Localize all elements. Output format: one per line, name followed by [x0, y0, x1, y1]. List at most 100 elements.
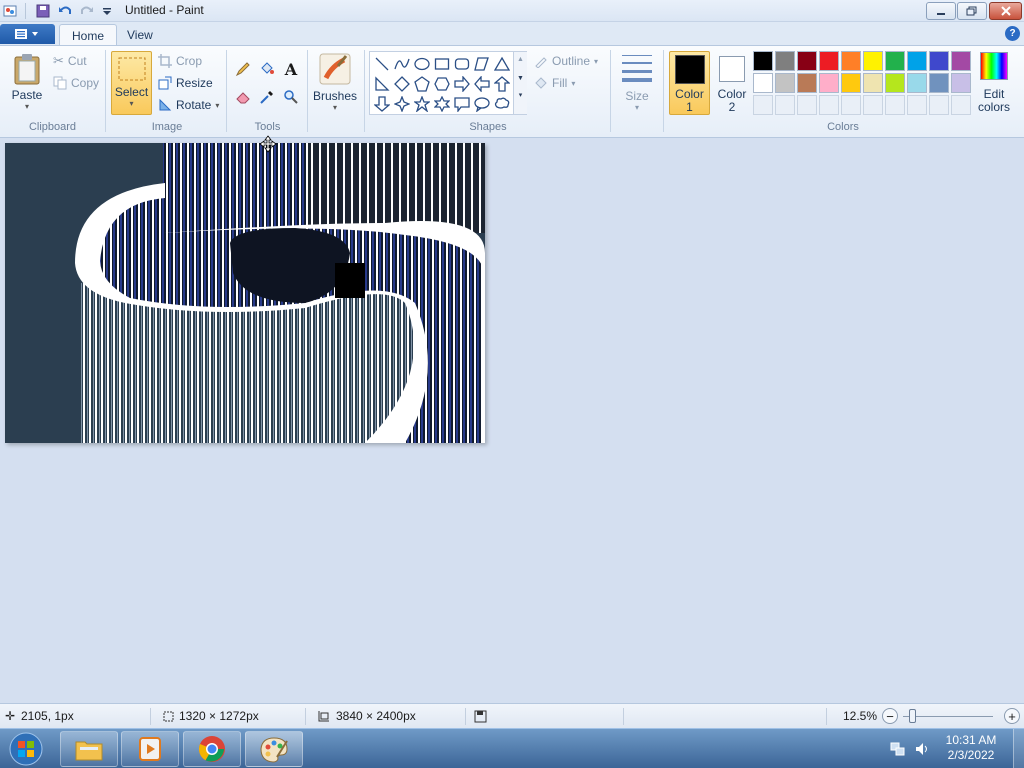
magnifier-icon[interactable] — [281, 87, 301, 107]
zoom-slider-thumb[interactable] — [909, 709, 916, 723]
palette-custom-slot[interactable] — [907, 95, 927, 115]
explorer-taskbar-button[interactable] — [60, 731, 118, 767]
palette-custom-slot[interactable] — [841, 95, 861, 115]
down-arrow-shape-icon[interactable] — [372, 94, 391, 113]
palette-custom-slot[interactable] — [863, 95, 883, 115]
volume-icon[interactable] — [914, 741, 930, 760]
fill-button[interactable]: Fill ▾ — [534, 73, 575, 93]
close-button[interactable] — [989, 2, 1022, 20]
brushes-button[interactable]: Brushes ▾ — [312, 52, 358, 112]
palette-swatch[interactable] — [841, 73, 861, 93]
undo-icon[interactable] — [57, 3, 73, 19]
palette-swatch[interactable] — [819, 73, 839, 93]
palette-swatch[interactable] — [885, 73, 905, 93]
palette-swatch[interactable] — [907, 73, 927, 93]
palette-swatch[interactable] — [863, 51, 883, 71]
color-picker-icon[interactable] — [257, 87, 277, 107]
help-icon[interactable]: ? — [1005, 26, 1020, 41]
redo-icon[interactable] — [79, 3, 95, 19]
polygon-shape-icon[interactable] — [472, 54, 491, 73]
paint-app-icon[interactable] — [2, 3, 18, 19]
palette-swatch[interactable] — [841, 51, 861, 71]
eraser-icon[interactable] — [233, 87, 253, 107]
palette-swatch[interactable] — [907, 51, 927, 71]
chrome-taskbar-button[interactable] — [183, 731, 241, 767]
palette-swatch[interactable] — [775, 73, 795, 93]
left-arrow-shape-icon[interactable] — [472, 74, 491, 93]
restore-button[interactable] — [957, 2, 987, 20]
zoom-slider-track[interactable] — [903, 716, 993, 717]
color1-button[interactable]: Color 1 — [669, 51, 710, 115]
rectangle-shape-icon[interactable] — [432, 54, 451, 73]
rectangle-callout-shape-icon[interactable] — [452, 94, 471, 113]
expand-gallery-icon[interactable]: ▾ — [514, 91, 527, 99]
show-desktop-button[interactable] — [1013, 729, 1024, 768]
palette-swatch[interactable] — [929, 73, 949, 93]
paint-taskbar-button[interactable] — [245, 731, 303, 767]
diamond-shape-icon[interactable] — [392, 74, 411, 93]
palette-custom-slot[interactable] — [885, 95, 905, 115]
palette-swatch[interactable] — [929, 51, 949, 71]
palette-swatch[interactable] — [753, 73, 773, 93]
palette-custom-slot[interactable] — [753, 95, 773, 115]
scroll-up-icon[interactable]: ▲ — [514, 56, 527, 63]
save-icon[interactable] — [35, 3, 51, 19]
palette-custom-slot[interactable] — [775, 95, 795, 115]
line-shape-icon[interactable] — [372, 54, 391, 73]
cloud-callout-shape-icon[interactable] — [492, 94, 511, 113]
zoom-in-button[interactable]: + — [1004, 708, 1020, 724]
palette-swatch[interactable] — [819, 51, 839, 71]
start-button[interactable] — [4, 730, 48, 768]
five-point-star-shape-icon[interactable] — [412, 94, 431, 113]
tab-view[interactable]: View — [115, 24, 165, 46]
curve-shape-icon[interactable] — [392, 54, 411, 73]
outline-button[interactable]: Outline ▾ — [534, 51, 598, 71]
text-tool-icon[interactable]: A — [281, 59, 301, 79]
file-menu-button[interactable] — [0, 24, 55, 44]
color2-button[interactable]: Color 2 — [714, 51, 750, 114]
four-point-star-shape-icon[interactable] — [392, 94, 411, 113]
fill-bucket-icon[interactable] — [257, 59, 277, 79]
rotate-button[interactable]: Rotate ▾ — [158, 95, 219, 115]
palette-custom-slot[interactable] — [929, 95, 949, 115]
shapes-scrollbar[interactable]: ▲ ▼ ▾ — [513, 52, 527, 114]
resize-button[interactable]: Resize — [158, 73, 213, 93]
rounded-rectangle-shape-icon[interactable] — [452, 54, 471, 73]
scroll-down-icon[interactable]: ▼ — [514, 75, 527, 82]
drawing-canvas[interactable] — [5, 143, 485, 443]
triangle-shape-icon[interactable] — [492, 54, 511, 73]
size-button[interactable]: Size ▾ — [618, 52, 656, 112]
palette-swatch[interactable] — [951, 73, 971, 93]
right-arrow-shape-icon[interactable] — [452, 74, 471, 93]
minimize-button[interactable] — [926, 2, 956, 20]
palette-swatch[interactable] — [797, 73, 817, 93]
copy-button[interactable]: Copy — [53, 73, 99, 93]
palette-swatch[interactable] — [797, 51, 817, 71]
tab-home[interactable]: Home — [59, 24, 118, 46]
zoom-out-button[interactable]: − — [882, 708, 898, 724]
oval-shape-icon[interactable] — [412, 54, 431, 73]
right-triangle-shape-icon[interactable] — [372, 74, 391, 93]
palette-swatch[interactable] — [885, 51, 905, 71]
palette-swatch[interactable] — [775, 51, 795, 71]
pentagon-shape-icon[interactable] — [412, 74, 431, 93]
customize-quick-access-icon[interactable] — [99, 3, 115, 19]
network-icon[interactable] — [890, 741, 906, 760]
palette-custom-slot[interactable] — [819, 95, 839, 115]
oval-callout-shape-icon[interactable] — [472, 94, 491, 113]
paste-button[interactable]: Paste ▾ — [10, 53, 44, 111]
palette-swatch[interactable] — [863, 73, 883, 93]
cut-button[interactable]: ✂ Cut — [53, 51, 87, 71]
system-clock[interactable]: 10:31 AM 2/3/2022 — [936, 733, 1006, 763]
six-point-star-shape-icon[interactable] — [432, 94, 451, 113]
hexagon-shape-icon[interactable] — [432, 74, 451, 93]
palette-custom-slot[interactable] — [797, 95, 817, 115]
palette-swatch[interactable] — [951, 51, 971, 71]
media-player-taskbar-button[interactable] — [121, 731, 179, 767]
palette-swatch[interactable] — [753, 51, 773, 71]
up-arrow-shape-icon[interactable] — [492, 74, 511, 93]
edit-colors-button[interactable]: Edit colors — [977, 52, 1011, 114]
palette-custom-slot[interactable] — [951, 95, 971, 115]
select-button[interactable]: Select ▾ — [111, 51, 152, 115]
crop-button[interactable]: Crop — [158, 51, 202, 71]
